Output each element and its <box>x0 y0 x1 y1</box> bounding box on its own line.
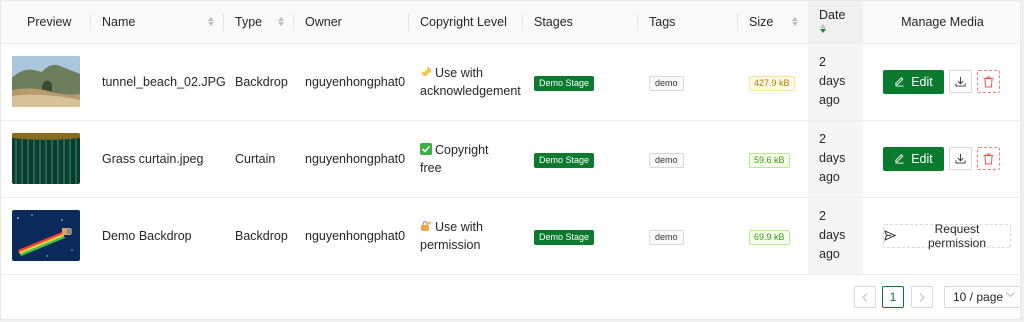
trash-icon <box>983 153 994 164</box>
preview-thumbnail[interactable] <box>12 133 80 184</box>
manage-cell: Request permission <box>863 197 1020 275</box>
media-table: Preview Name Type Owner Copyright Level … <box>1 1 1020 275</box>
owner-cell: nguyenhongphat0 <box>294 120 409 198</box>
col-manage: Manage Media <box>863 1 1020 44</box>
col-type[interactable]: Type <box>224 1 294 44</box>
table-row: Grass curtain.jpeg Curtain nguyenhongpha… <box>1 120 1020 198</box>
sort-icon[interactable] <box>792 17 798 27</box>
name-cell: tunnel_beach_02.JPG <box>91 43 226 121</box>
download-icon <box>955 76 966 87</box>
size-cell: 427.9 kB <box>738 43 808 121</box>
preview-thumbnail[interactable] <box>12 210 80 261</box>
manage-cell: Edit <box>863 43 1020 121</box>
preview-cell <box>1 197 91 275</box>
col-date[interactable]: Date <box>808 1 863 44</box>
size-cell: 59.6 kB <box>738 120 808 198</box>
download-button[interactable] <box>949 70 972 93</box>
col-copyright: Copyright Level <box>409 1 523 44</box>
media-tag: demo <box>649 152 684 168</box>
stages-cell: Demo Stage <box>523 43 638 121</box>
copyright-cell: Use with acknowledgement <box>409 43 523 121</box>
tags-cell: demo <box>638 120 738 198</box>
media-tag: demo <box>649 229 684 245</box>
lock-key-icon <box>421 220 432 231</box>
date-cell: 2 days ago <box>808 120 863 198</box>
name-cell: Grass curtain.jpeg <box>91 120 224 198</box>
tags-cell: demo <box>638 43 738 121</box>
preview-cell <box>1 43 91 121</box>
col-size[interactable]: Size <box>738 1 808 44</box>
edit-button[interactable]: Edit <box>883 146 944 171</box>
col-stages: Stages <box>523 1 638 44</box>
owner-cell: nguyenhongphat0 <box>294 197 409 275</box>
stages-cell: Demo Stage <box>523 120 638 198</box>
stage-tag[interactable]: Demo Stage <box>534 229 595 245</box>
next-page-button[interactable] <box>911 286 933 308</box>
sort-icon[interactable] <box>278 17 284 27</box>
manage-cell: Edit <box>863 120 1020 198</box>
type-cell: Curtain <box>224 120 294 198</box>
col-preview: Preview <box>1 1 91 44</box>
chevron-down-icon <box>1006 292 1015 298</box>
preview-thumbnail[interactable] <box>12 56 80 107</box>
chevron-left-icon <box>862 292 868 302</box>
prev-page-button[interactable] <box>854 286 876 308</box>
type-cell: Backdrop <box>224 197 294 275</box>
download-button[interactable] <box>949 147 972 170</box>
table-row: tunnel_beach_02.JPG Backdrop nguyenhongp… <box>1 43 1020 121</box>
preview-cell <box>1 120 91 198</box>
copyright-cell: Use with permission <box>409 197 523 275</box>
name-cell: Demo Backdrop <box>91 197 224 275</box>
sort-desc-icon[interactable] <box>820 24 826 34</box>
size-cell: 69.9 kB <box>738 197 808 275</box>
edit-button[interactable]: Edit <box>883 69 944 94</box>
col-name[interactable]: Name <box>91 1 224 44</box>
download-icon <box>955 153 966 164</box>
pagination: 1 10 / page <box>1 285 1020 311</box>
media-tag: demo <box>649 75 684 91</box>
owner-cell: nguyenhongphat0 <box>294 43 409 121</box>
col-tags: Tags <box>638 1 738 44</box>
send-icon <box>884 230 896 241</box>
date-cell: 2 days ago <box>808 43 863 121</box>
page-number-button[interactable]: 1 <box>882 286 904 308</box>
delete-button[interactable] <box>977 70 1000 93</box>
copyright-cell: Copyright free <box>409 120 523 198</box>
table-header-row: Preview Name Type Owner Copyright Level … <box>1 1 1020 44</box>
delete-button[interactable] <box>977 147 1000 170</box>
trash-icon <box>983 76 994 87</box>
page-size-select[interactable]: 10 / page <box>944 286 1020 308</box>
date-cell: 2 days ago <box>808 197 863 275</box>
media-table-panel: Preview Name Type Owner Copyright Level … <box>0 0 1021 320</box>
request-permission-button[interactable]: Request permission <box>883 222 1011 250</box>
edit-icon <box>895 154 904 164</box>
size-badge: 59.6 kB <box>749 152 790 168</box>
type-cell: Backdrop <box>224 43 294 121</box>
check-mark-icon <box>420 142 432 155</box>
edit-icon <box>895 77 904 87</box>
col-owner: Owner <box>294 1 409 44</box>
size-badge: 69.9 kB <box>749 229 790 245</box>
chevron-right-icon <box>919 292 925 302</box>
stage-tag[interactable]: Demo Stage <box>534 75 595 91</box>
size-badge: 427.9 kB <box>749 75 795 91</box>
ok-hand-icon <box>422 66 431 76</box>
table-row: Demo Backdrop Backdrop nguyenhongphat0 U… <box>1 197 1020 275</box>
tags-cell: demo <box>638 197 738 275</box>
stages-cell: Demo Stage <box>523 197 638 275</box>
sort-icon[interactable] <box>208 17 214 27</box>
stage-tag[interactable]: Demo Stage <box>534 152 595 168</box>
